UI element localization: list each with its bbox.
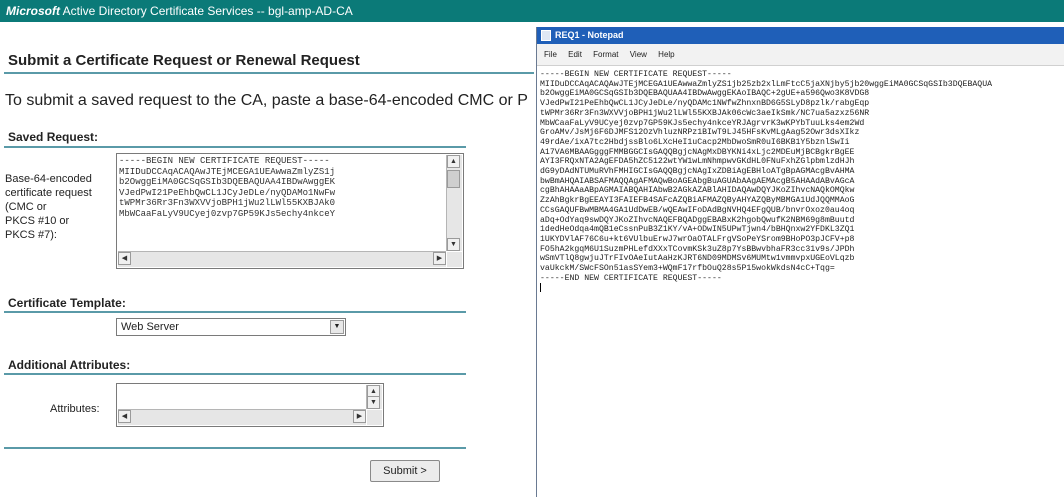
page-title: Submit a Certificate Request or Renewal … <box>8 52 360 69</box>
scroll-thumb[interactable] <box>447 170 460 188</box>
notepad-line: cgBhAHAAaABpAGMAIABQAHIAbwB2AGkAZABlAHID… <box>540 186 855 196</box>
notepad-title: REQ1 - Notepad <box>555 30 624 40</box>
scroll-corner <box>367 410 382 425</box>
menu-view[interactable]: View <box>630 50 647 59</box>
notepad-line: 1UKYDVlAF76C6u+kt6VUlbuErwJ7wrOaOTALFrgV… <box>540 234 855 244</box>
text-cursor <box>540 283 541 293</box>
notepad-line: wSmVTlQ8gwjuJTrFIvOAeIutAaHzKJRT6ND09MDM… <box>540 254 855 264</box>
notepad-line: -----BEGIN NEW CERTIFICATE REQUEST----- <box>540 70 732 79</box>
window-title: Active Directory Certificate Services --… <box>62 4 353 18</box>
scroll-down-icon[interactable]: ▼ <box>447 238 460 251</box>
template-divider <box>4 311 466 313</box>
notepad-line: GroAMv/JsMj6F6DJMFS12OzVhluzNRPz1BIwT9LJ… <box>540 128 860 138</box>
scroll-left-icon[interactable]: ◀ <box>118 410 131 423</box>
saved-request-line: MbWCaaFaLyV9UCyej0zvp7GP59KJs5echy4nkceY <box>119 208 336 219</box>
notepad-line: FO5hA2kgqM6U1SuzmPHLefdXXxTCovmKSk3uZ8p7… <box>540 244 855 254</box>
menu-file[interactable]: File <box>544 50 557 59</box>
saved-request-text: -----BEGIN NEW CERTIFICATE REQUEST----- M… <box>119 156 445 250</box>
notepad-window[interactable]: REQ1 - Notepad File Edit Format View Hel… <box>536 27 1064 497</box>
notepad-line: -----END NEW CERTIFICATE REQUEST----- <box>540 273 722 283</box>
intro-text: To submit a saved request to the CA, pas… <box>5 92 528 109</box>
notepad-text-area[interactable]: -----BEGIN NEW CERTIFICATE REQUEST----- M… <box>540 70 1064 497</box>
notepad-line: b2OwggEiMA0GCSqGSIb3DQEBAQUAA4IBDwAwggEK… <box>540 89 870 99</box>
notepad-line: tWPMr36Rr3Fn3WXVVjoBPH1jWu2lLWl55KXBJAk0… <box>540 108 870 118</box>
notepad-title-bar[interactable]: REQ1 - Notepad <box>537 27 1064 44</box>
bottom-divider <box>4 447 466 449</box>
scroll-up-icon[interactable]: ▲ <box>447 155 460 168</box>
saved-request-line: VJedPwI21PeEhbQwCL1JCyJeDLe/nyQDAMo1NwFw <box>119 187 336 198</box>
notepad-line: MbWCaaFaLyV9UCyej0zvp7GP59KJs5echy4nkceY… <box>540 118 865 128</box>
notepad-line: aDq+OdYaq9swDQYJKoZIhvcNAQEFBQADggEBABxK… <box>540 215 855 225</box>
notepad-line: dG9yDAdNTUMuRVhFMHIGCIsGAQQBgjcNAgIxZDBi… <box>540 167 855 177</box>
saved-request-line: tWPMr36Rr3Fn3WXVVjoBPH1jWu2lLWl55KXBJAk0 <box>119 198 336 208</box>
notepad-line: ZzAhBgkrBgEEAYI3FAIEFB4SAFcAZQBiAFMAZQBy… <box>540 196 855 206</box>
notepad-app-icon <box>541 30 551 41</box>
saved-request-divider <box>4 146 466 148</box>
attributes-hscrollbar[interactable]: ◀ ▶ <box>118 409 366 425</box>
certificate-template-select[interactable]: Web Server ▼ <box>116 318 346 336</box>
attributes-divider <box>4 373 466 375</box>
saved-request-textarea[interactable]: -----BEGIN NEW CERTIFICATE REQUEST----- M… <box>116 153 464 269</box>
scroll-down-icon[interactable]: ▼ <box>367 396 380 409</box>
heading-divider <box>4 72 534 74</box>
scroll-right-icon[interactable]: ▶ <box>433 252 446 265</box>
notepad-line: A17VA6MBAAGgggFMMBGGCIsGAQQBgjcNAgMxDBYK… <box>540 147 855 157</box>
window-title-bar: Microsoft Active Directory Certificate S… <box>0 0 1064 22</box>
notepad-line: VJedPwI21PeEhbQwCL1JCyJeDLe/nyQDAMc1NWfw… <box>540 99 870 109</box>
saved-request-label: Base-64-encoded certificate request (CMC… <box>5 173 92 241</box>
notepad-line: MIIDuDCCAqACAQAwJTEjMCEGA1UEAwwaZmlyZS1j… <box>540 79 993 89</box>
attributes-text <box>119 386 365 408</box>
notepad-line: 49rdAe/ixA7tc2HbdjssBlo6LXcHeI1uCacp2MbD… <box>540 137 850 147</box>
saved-request-line: b2OwggEiMA0GCSqGSIb3DQEBAQUAA4IBDwAwggEK <box>119 177 336 187</box>
additional-attributes-heading: Additional Attributes: <box>8 358 131 372</box>
notepad-menu-bar: File Edit Format View Help <box>537 44 1064 66</box>
template-selected-value: Web Server <box>121 321 179 333</box>
scroll-corner <box>447 252 462 267</box>
saved-request-vscrollbar[interactable]: ▲ ▼ <box>446 155 462 251</box>
brand-name: Microsoft <box>6 4 60 18</box>
notepad-line: AYI3FRQxNTA2AgEFDA5hZC5122wtYW1wLmNhmpwv… <box>540 157 855 167</box>
attributes-label: Attributes: <box>50 403 100 415</box>
saved-request-line: MIIDuDCCAqACAQAwJTEjMCEGA1UEAwwaZmlyZS1j <box>119 166 336 177</box>
notepad-line: bwBmAHQAIABSAFMAQQAgAFMAQwBoAGEAbgBuAGUA… <box>540 176 855 186</box>
saved-request-line: -----BEGIN NEW CERTIFICATE REQUEST----- <box>119 156 330 166</box>
notepad-line: CCsGAQUFBwMBMA4GA1UdDwEB/wQEAwIFoDAdBgNV… <box>540 205 855 215</box>
menu-format[interactable]: Format <box>593 50 618 59</box>
saved-request-hscrollbar[interactable]: ◀ ▶ <box>118 251 446 267</box>
scroll-right-icon[interactable]: ▶ <box>353 410 366 423</box>
attributes-vscrollbar[interactable]: ▲ ▼ <box>366 385 382 409</box>
submit-button[interactable]: Submit > <box>370 460 440 482</box>
notepad-line: 1dedHeOdqa4mQB1eCssnPuB3Z1KY/vA+ODwIN5UP… <box>540 225 855 235</box>
chevron-down-icon[interactable]: ▼ <box>330 320 344 334</box>
menu-edit[interactable]: Edit <box>568 50 582 59</box>
attributes-textarea[interactable]: ▲ ▼ ◀ ▶ <box>116 383 384 427</box>
scroll-left-icon[interactable]: ◀ <box>118 252 131 265</box>
menu-help[interactable]: Help <box>658 50 674 59</box>
notepad-line: vaUkckM/SWcFSOn51asSYem3+WQmF17rfbOuQ28s… <box>540 264 835 274</box>
saved-request-heading: Saved Request: <box>8 130 99 144</box>
certificate-template-heading: Certificate Template: <box>8 296 126 310</box>
